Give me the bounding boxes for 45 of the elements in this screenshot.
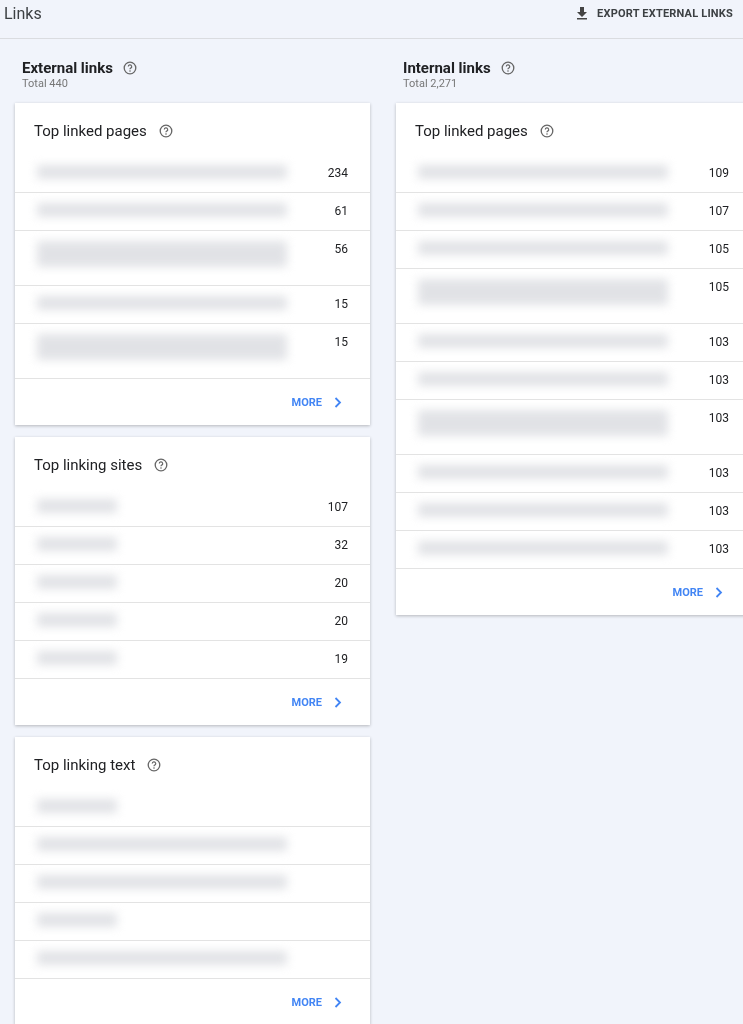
link-count: 20 xyxy=(334,614,348,628)
section-heading: External links xyxy=(22,59,113,77)
link-count: 105 xyxy=(708,242,729,256)
more-button[interactable]: MORE xyxy=(287,691,346,713)
link-count: 15 xyxy=(334,297,348,311)
more-button[interactable]: MORE xyxy=(287,391,346,413)
link-count: 109 xyxy=(708,166,729,180)
link-count: 105 xyxy=(708,280,729,294)
chevron-right-icon xyxy=(715,586,723,598)
card-title: Top linking sites xyxy=(34,456,143,474)
link-count: 234 xyxy=(327,166,348,180)
link-count: 103 xyxy=(708,411,729,425)
link-count: 103 xyxy=(708,466,729,480)
page-title: Links xyxy=(4,4,42,23)
chevron-right-icon xyxy=(334,996,342,1008)
help-icon[interactable] xyxy=(500,61,515,75)
chevron-right-icon xyxy=(334,696,342,708)
more-button[interactable]: MORE xyxy=(287,991,346,1013)
link-count: 32 xyxy=(334,538,348,552)
card-title: Top linked pages xyxy=(415,122,528,140)
card-title: Top linking text xyxy=(34,756,136,774)
section-heading: Internal links xyxy=(403,59,491,77)
total-count: Total 2,271 xyxy=(403,77,459,90)
link-count: 103 xyxy=(708,504,729,518)
total-count: Total 440 xyxy=(22,77,69,90)
link-count: 20 xyxy=(334,576,348,590)
link-count: 103 xyxy=(708,542,729,556)
help-icon[interactable] xyxy=(539,124,554,138)
link-count: 103 xyxy=(708,373,729,387)
link-count: 103 xyxy=(708,335,729,349)
chevron-right-icon xyxy=(334,396,342,408)
link-count: 15 xyxy=(334,335,348,349)
link-count: 107 xyxy=(708,204,729,218)
link-count: 56 xyxy=(334,242,348,256)
link-count: 19 xyxy=(334,652,348,666)
export-button[interactable]: EXPORT EXTERNAL LINKS xyxy=(569,2,743,24)
help-icon[interactable] xyxy=(158,124,173,138)
download-icon xyxy=(575,6,590,20)
card-title: Top linked pages xyxy=(34,122,147,140)
help-icon[interactable] xyxy=(122,61,137,75)
link-count: 61 xyxy=(334,204,348,218)
help-icon[interactable] xyxy=(154,458,169,472)
link-count: 107 xyxy=(327,500,348,514)
more-button[interactable]: MORE xyxy=(668,581,727,603)
help-icon[interactable] xyxy=(147,758,162,772)
